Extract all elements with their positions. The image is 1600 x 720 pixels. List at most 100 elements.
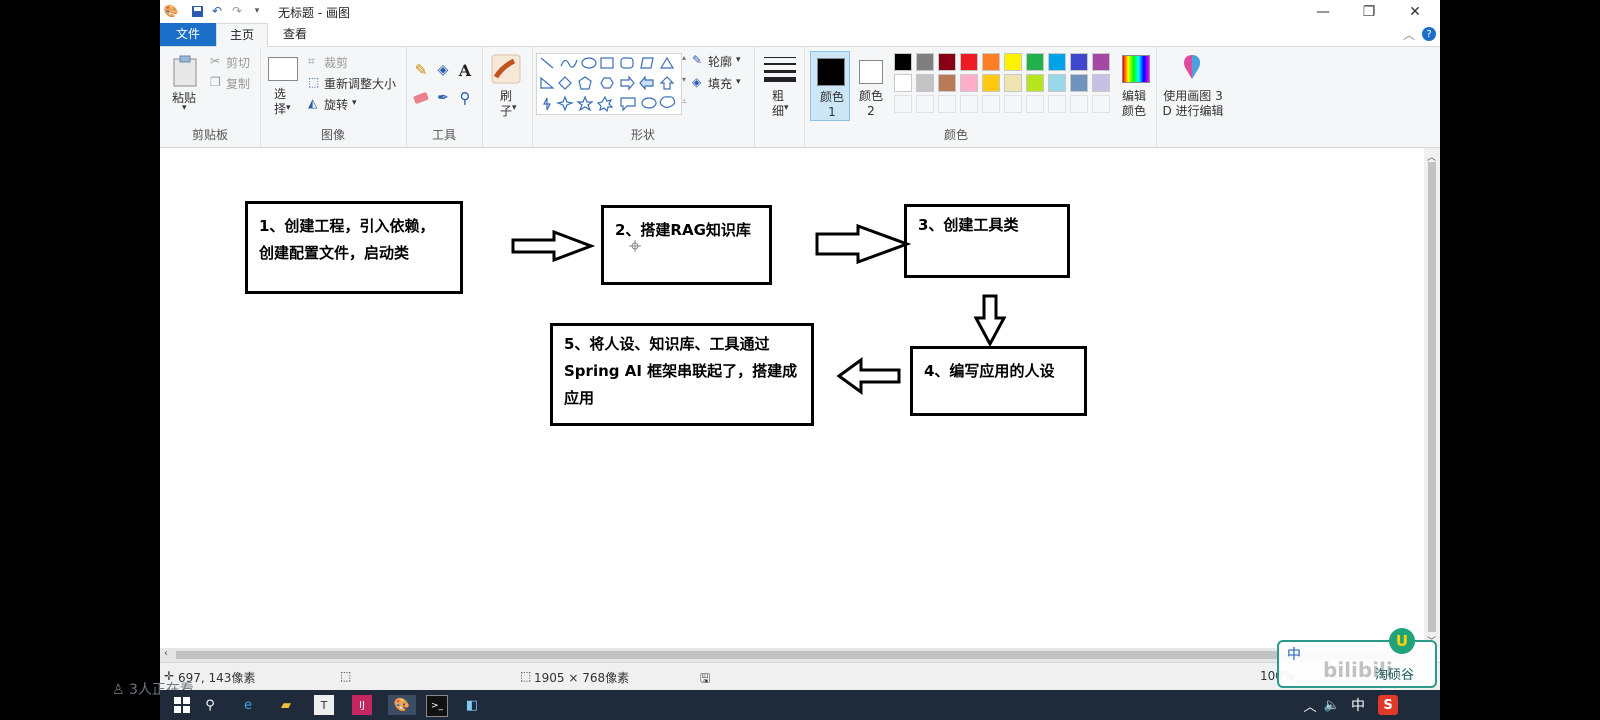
shapes-gallery-icons[interactable] [537,54,681,114]
taskbar-ime[interactable]: 中 [1348,695,1368,715]
palette-swatch[interactable] [1026,53,1044,71]
brushes-dropdown-icon[interactable]: ▾ [512,103,517,113]
pencil-icon[interactable]: ✎ [412,61,430,79]
palette-swatch[interactable] [894,53,912,71]
outline-dropdown-icon[interactable]: ▾ [736,55,741,65]
quick-access-dropdown-icon[interactable]: ▾ [250,4,264,18]
shapes-scroll-down-icon[interactable]: ▾ [682,75,686,84]
paint-taskbar-icon[interactable]: 🎨 [388,695,416,715]
custom-color-slot[interactable] [1070,95,1088,113]
redo-icon[interactable]: ↷ [230,4,244,18]
minimize-button[interactable]: — [1300,0,1346,23]
paste-dropdown-icon[interactable]: ▾ [182,103,187,113]
horizontal-scroll-thumb[interactable] [176,651,1406,659]
help-icon[interactable]: ? [1422,27,1436,41]
fill-bucket-icon[interactable]: ◈ [434,61,452,79]
size-dropdown-icon[interactable]: ▾ [784,103,789,113]
ime-toolbar[interactable]: 中 bilibili 淘硕谷 U [1277,628,1437,688]
title-bar: 🎨 ↶ ↷ ▾ 无标题 - 画图 — ❐ ✕ [160,0,1440,23]
close-button[interactable]: ✕ [1392,0,1438,23]
tray-expand-icon[interactable]: ︿ [1300,695,1320,715]
edit-colors-button[interactable]: 编辑颜色 [1120,89,1148,119]
resize-button[interactable]: 重新调整大小 [324,75,396,92]
palette-swatch[interactable] [982,53,1000,71]
brush-icon[interactable] [490,53,522,85]
fill-dropdown-icon[interactable]: ▾ [736,77,741,87]
scroll-left-icon[interactable]: ‹ [164,648,168,659]
restore-button[interactable]: ❐ [1346,0,1392,23]
tab-home[interactable]: 主页 [216,23,268,47]
intellij-idea-icon[interactable]: IJ [352,695,372,715]
palette-swatch[interactable] [960,53,978,71]
fill-button[interactable]: 填充 [708,75,732,92]
sogou-ime-icon[interactable]: S [1378,695,1398,715]
shapes-scroll-up-icon[interactable]: ▴ [682,53,686,62]
custom-color-slot[interactable] [1004,95,1022,113]
tab-view[interactable]: 查看 [270,23,320,46]
crop-button[interactable]: 裁剪 [324,54,348,71]
palette-swatch[interactable] [916,53,934,71]
palette-swatch[interactable] [1092,53,1110,71]
custom-color-slot[interactable] [894,95,912,113]
file-explorer-icon[interactable]: ▰ [276,695,296,715]
line-size-icon[interactable] [764,55,796,83]
windows-start-icon[interactable] [172,695,192,715]
vertical-scrollbar[interactable]: ︿ ﹀ [1424,148,1440,648]
palette-swatch[interactable] [1004,53,1022,71]
custom-color-slot[interactable] [960,95,978,113]
palette-swatch[interactable] [916,74,934,92]
palette-swatch[interactable] [894,74,912,92]
canvas-area[interactable]: 1、创建工程，引入依赖， 创建配置文件，启动类 2、搭建RAG知识库 3、创建工… [160,148,1424,648]
paint3d-button[interactable]: 使用画图 3 D 进行编辑 [1158,89,1228,119]
notepad-icon[interactable]: T [314,695,334,715]
palette-swatch[interactable] [1070,74,1088,92]
color1-selector[interactable]: 颜色 1 [810,51,850,121]
custom-color-slot[interactable] [916,95,934,113]
rotate-dropdown-icon[interactable]: ▾ [352,98,357,108]
rotate-button[interactable]: 旋转 [324,96,348,113]
custom-color-slot[interactable] [1026,95,1044,113]
terminal-icon[interactable]: >_ [426,695,448,717]
palette-swatch[interactable] [1048,53,1066,71]
ime-mode[interactable]: 中 [1287,644,1301,664]
taskbar: ⚲ e ▰ T IJ 🎨 >_ ◧ ︿ 🔈 中 S [160,690,1440,720]
magnifier-icon[interactable]: ⚲ [456,89,474,107]
custom-color-slot[interactable] [982,95,1000,113]
palette-swatch[interactable] [1026,74,1044,92]
outline-button[interactable]: 轮廓 [708,53,732,70]
paint3d-icon[interactable] [1178,53,1206,83]
custom-color-slot[interactable] [938,95,956,113]
color-picker-icon[interactable]: ✒ [434,89,452,107]
palette-swatch[interactable] [1092,74,1110,92]
shapes-expand-icon[interactable]: ⩡ [682,97,687,107]
search-icon[interactable]: ⚲ [200,695,220,715]
paste-icon[interactable] [172,55,198,87]
edit-colors-icon[interactable] [1122,55,1150,83]
save-icon[interactable] [190,4,204,18]
palette-swatch[interactable] [982,74,1000,92]
select-dropdown-icon[interactable]: ▾ [286,103,291,113]
palette-swatch[interactable] [960,74,978,92]
palette-swatch[interactable] [938,53,956,71]
cut-button[interactable]: 剪切 [226,54,250,71]
paint-app-icon[interactable]: 🎨 [164,4,179,18]
color2-selector[interactable]: 颜色 2 [854,51,890,121]
copy-button[interactable]: 复制 [226,75,250,92]
edge-browser-icon[interactable]: e [238,695,258,715]
palette-swatch[interactable] [1048,74,1066,92]
custom-color-slot[interactable] [1092,95,1110,113]
undo-icon[interactable]: ↶ [210,4,224,18]
collapse-ribbon-icon[interactable]: ︿ [1402,27,1416,42]
custom-color-slot[interactable] [1048,95,1066,113]
text-tool-icon[interactable]: A [456,61,474,80]
palette-swatch[interactable] [938,74,956,92]
palette-swatch[interactable] [1070,53,1088,71]
eraser-icon[interactable] [412,89,430,107]
horizontal-scrollbar[interactable]: ‹ [160,648,1424,662]
app-icon[interactable]: ◧ [462,695,482,715]
select-icon[interactable] [268,57,298,81]
vertical-scroll-thumb[interactable] [1428,162,1436,632]
volume-icon[interactable]: 🔈 [1322,695,1342,715]
palette-swatch[interactable] [1004,74,1022,92]
tab-file[interactable]: 文件 [160,23,216,46]
